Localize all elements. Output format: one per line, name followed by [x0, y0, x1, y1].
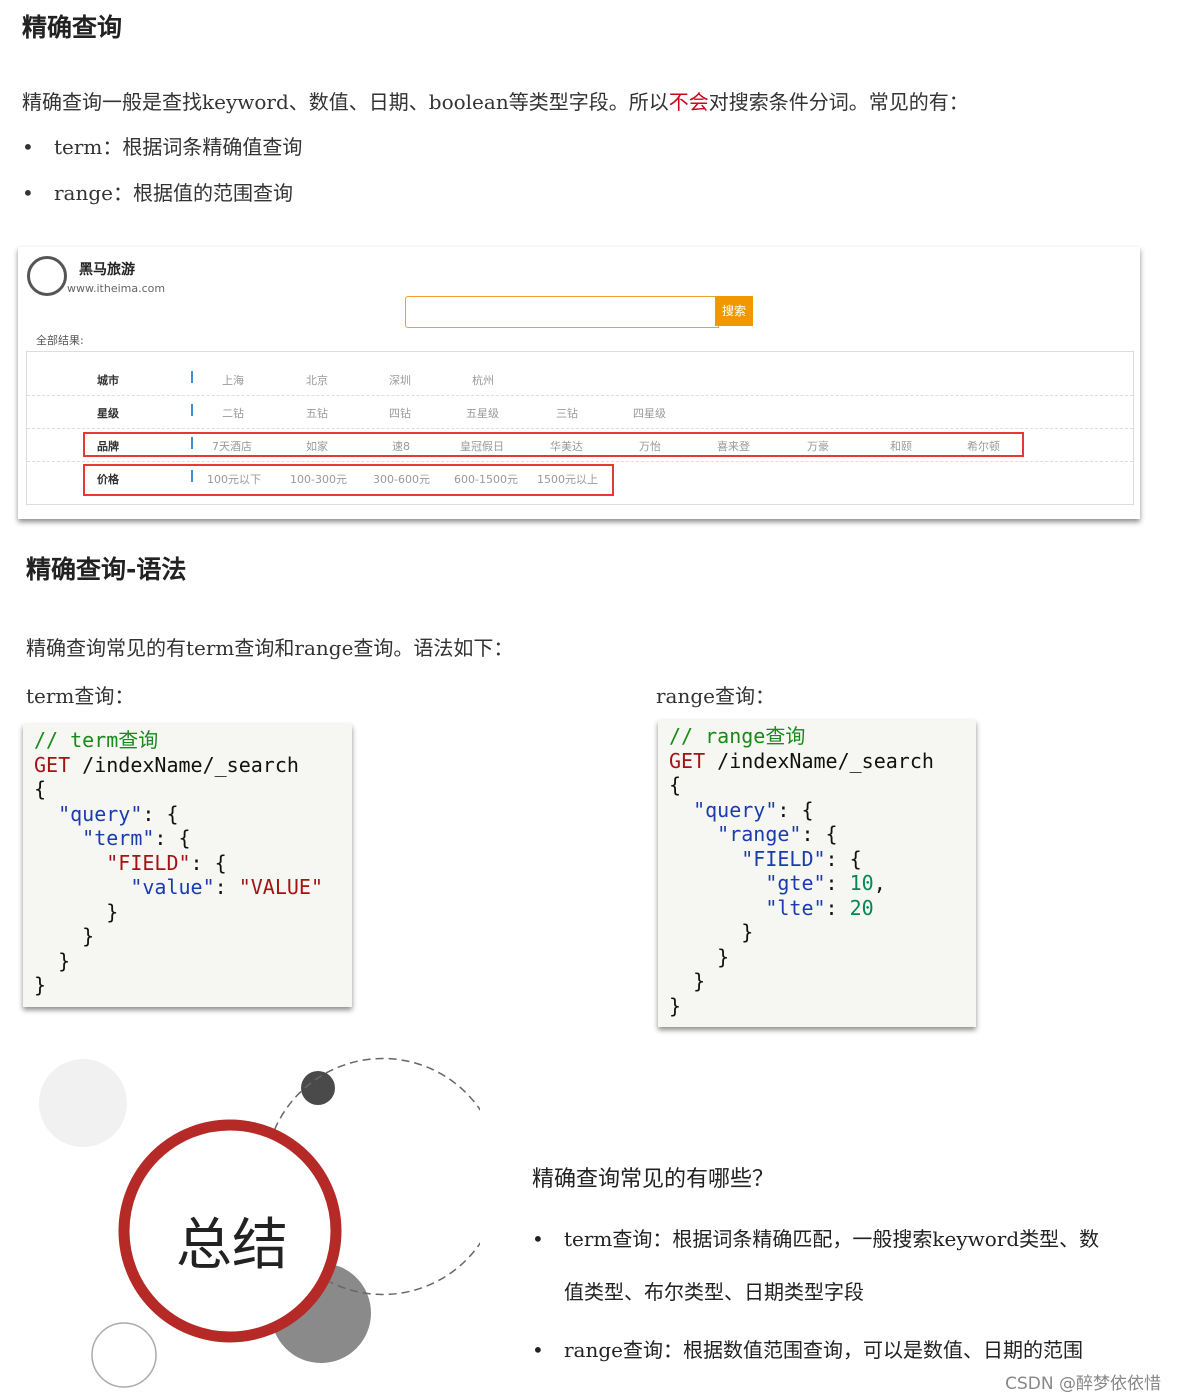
filter-option[interactable]: 四星级	[633, 405, 666, 421]
hotel-search-screenshot: 黑马旅游 www.itheima.com 搜索 全部结果: 城市 上海 北京 深…	[18, 247, 1140, 519]
code-brace: }	[34, 973, 47, 997]
summary-badge-text: 总结	[176, 1213, 288, 1278]
filter-option[interactable]: 三钻	[556, 405, 578, 421]
code-key: "FIELD"	[106, 850, 191, 875]
code-path: /indexName/_search	[705, 748, 934, 773]
code-key: "lte"	[765, 895, 826, 920]
search-button[interactable]: 搜索	[715, 296, 753, 326]
code-key: "range"	[717, 822, 802, 846]
filter-option[interactable]: 北京	[306, 372, 328, 388]
search-input[interactable]	[405, 296, 719, 328]
term-code-block: // term查询 GET /indexName/_search { "quer…	[23, 724, 352, 1007]
logo-icon	[27, 256, 67, 296]
code-brace: {	[669, 773, 682, 797]
code-string-value: "VALUE"	[238, 875, 324, 899]
range-label: range查询：	[656, 684, 776, 708]
code-method: GET	[34, 752, 71, 777]
code-comment: // term查询	[34, 728, 159, 752]
bullet-dot: •	[22, 181, 34, 205]
price-highlight-box	[83, 464, 614, 496]
filter-label: 城市	[97, 374, 119, 387]
code-brace: }	[693, 969, 706, 993]
summary-item-text: range查询：根据数值范围查询，可以是数值、日期的范围	[564, 1338, 1084, 1362]
code-number: 20	[849, 895, 874, 920]
bullet-text: term：根据词条精确值查询	[54, 135, 303, 159]
code-brace: }	[82, 924, 95, 948]
light-gray-circle	[39, 1059, 127, 1147]
section-title-exact-query: 精确查询	[22, 13, 123, 42]
outline-circle	[91, 1322, 157, 1388]
code-key: "value"	[130, 875, 215, 899]
filter-row-city: 城市 上海 北京 深圳 杭州	[27, 362, 1133, 396]
bullet-term: • term：根据词条精确值查询	[22, 131, 302, 160]
filter-label: 星级	[97, 407, 119, 420]
filter-option[interactable]: 二钻	[222, 405, 244, 421]
bullet-text: range：根据值的范围查询	[54, 181, 294, 205]
code-brace: }	[58, 948, 71, 973]
code-key: "query"	[58, 801, 143, 826]
code-brace: {	[34, 777, 47, 801]
bullet-dot: •	[532, 1338, 544, 1362]
section-title-syntax: 精确查询-语法	[26, 555, 187, 584]
intro-text-highlight: 不会	[668, 90, 709, 114]
summary-item-term-cont: 值类型、布尔类型、日期类型字段	[564, 1280, 864, 1304]
code-key: "query"	[693, 797, 778, 822]
syntax-intro: 精确查询常见的有term查询和range查询。语法如下：	[26, 636, 514, 660]
intro-text-end: 对搜索条件分词。常见的有：	[708, 90, 969, 114]
summary-item-term: • term查询：根据词条精确匹配，一般搜索keyword类型、数	[532, 1223, 1099, 1252]
csdn-watermark: CSDN @醉梦依依惜	[1005, 1374, 1161, 1394]
code-path: /indexName/_search	[70, 752, 299, 777]
code-brace: }	[717, 944, 730, 969]
filter-option[interactable]: 深圳	[389, 372, 411, 388]
filter-separator	[191, 371, 193, 383]
filter-option[interactable]: 四钻	[389, 405, 411, 421]
filter-option[interactable]: 五钻	[306, 405, 328, 421]
bullet-range: • range：根据值的范围查询	[22, 177, 293, 206]
summary-question: 精确查询常见的有哪些？	[532, 1167, 775, 1192]
filter-option[interactable]: 杭州	[472, 372, 494, 388]
summary-item-text: term查询：根据词条精确匹配，一般搜索keyword类型、数	[564, 1227, 1100, 1251]
logo-url[interactable]: www.itheima.com	[67, 282, 165, 295]
bullet-dot: •	[532, 1227, 544, 1251]
all-results-label: 全部结果:	[36, 334, 84, 347]
summary-item-range: • range查询：根据数值范围查询，可以是数值、日期的范围	[532, 1334, 1083, 1363]
code-brace: }	[741, 920, 754, 944]
term-label: term查询：	[26, 684, 135, 708]
bullet-dot: •	[22, 135, 34, 159]
filter-panel: 城市 上海 北京 深圳 杭州 星级 二钻 五钻 四钻 五星级 三钻 四星级 品牌…	[26, 351, 1134, 505]
intro-text-start: 精确查询一般是查找keyword、数值、日期、boolean等类型字段。所以	[22, 90, 669, 114]
filter-separator	[191, 404, 193, 416]
code-method: GET	[669, 748, 706, 773]
code-brace: }	[669, 993, 682, 1018]
filter-option[interactable]: 五星级	[466, 405, 499, 421]
dark-dot-circle	[301, 1071, 335, 1105]
code-key: "term"	[82, 826, 155, 850]
code-brace: }	[106, 899, 119, 924]
logo-title: 黑马旅游	[79, 262, 135, 278]
filter-option[interactable]: 上海	[222, 372, 244, 388]
code-number: 10	[849, 871, 874, 895]
range-code-block: // range查询 GET /indexName/_search { "que…	[658, 720, 976, 1027]
intro-paragraph: 精确查询一般是查找keyword、数值、日期、boolean等类型字段。所以不会…	[22, 86, 969, 115]
code-comment: // range查询	[669, 724, 806, 748]
brand-highlight-box	[83, 432, 1024, 457]
code-key: "gte"	[765, 871, 826, 895]
filter-row-star: 星级 二钻 五钻 四钻 五星级 三钻 四星级	[27, 395, 1133, 429]
code-key: "FIELD"	[741, 846, 826, 871]
